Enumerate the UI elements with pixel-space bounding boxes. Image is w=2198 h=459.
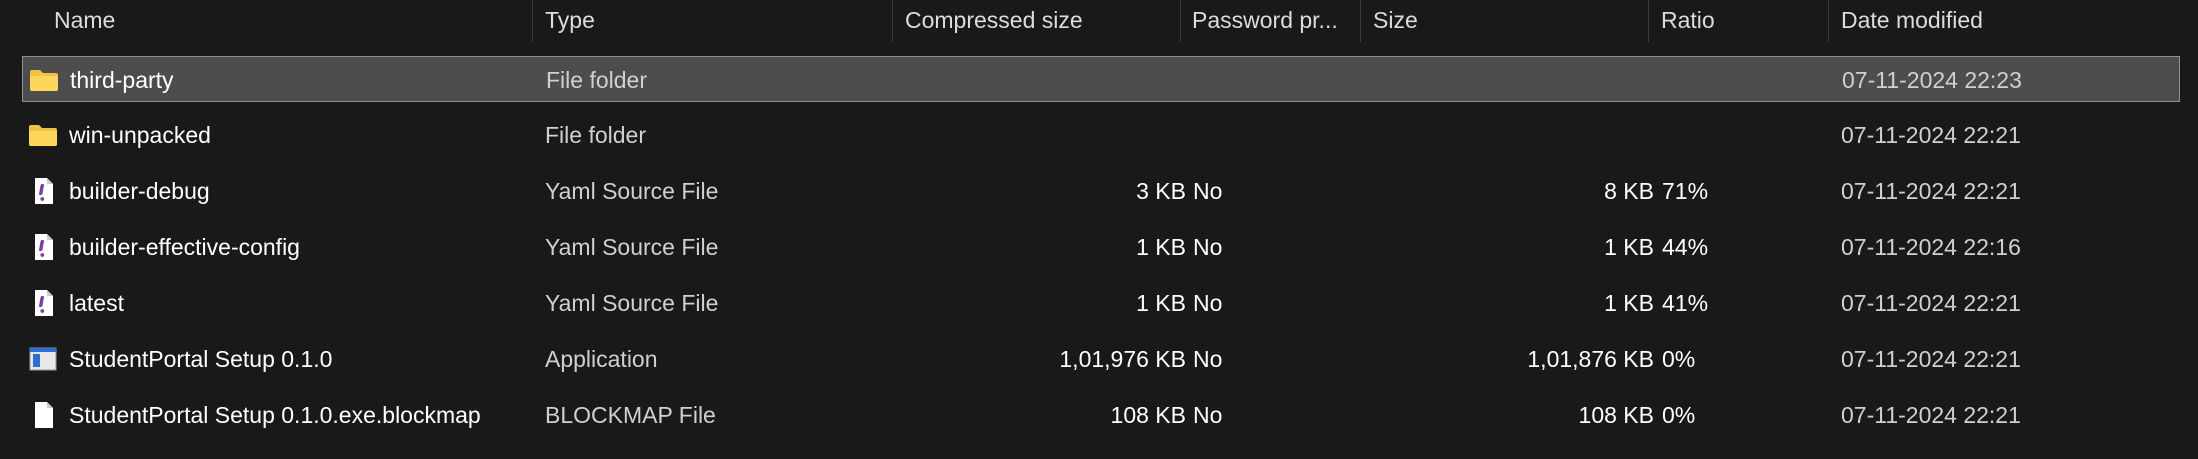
file-type: Yaml Source File [545, 290, 719, 316]
file-date-modified: 07-11-2024 22:21 [1841, 346, 2021, 372]
file-compressed-size: 1,01,976 KB [1059, 346, 1186, 372]
file-row[interactable]: third-party File folder 07-11-2024 22:23 [22, 56, 2180, 102]
file-row[interactable]: StudentPortal Setup 0.1.0.exe.blockmap B… [22, 392, 2180, 438]
file-compressed-size: 3 KB [1136, 178, 1186, 204]
file-password-protected: No [1193, 290, 1223, 316]
file-date-modified: 07-11-2024 22:21 [1841, 290, 2021, 316]
file-name: builder-debug [69, 178, 210, 204]
column-header-compressed-size[interactable]: Compressed size [905, 0, 1175, 42]
file-type: File folder [545, 122, 646, 148]
file-compressed-size [906, 112, 1186, 158]
column-divider[interactable] [1180, 0, 1181, 42]
file-size: 1,01,876 KB [1527, 346, 1654, 372]
column-header-size[interactable]: Size [1373, 0, 1643, 42]
file-compressed-size [907, 57, 1187, 103]
file-password-protected: No [1193, 402, 1223, 428]
column-header-bar: Name Type Compressed size Password pr...… [0, 0, 2198, 42]
file-type: Yaml Source File [545, 178, 719, 204]
file-size [1374, 112, 1654, 158]
file-size [1375, 57, 1655, 103]
file-ratio: 0% [1662, 346, 1696, 372]
column-header-name[interactable]: Name [54, 0, 524, 42]
file-name: builder-effective-config [69, 234, 300, 260]
file-row[interactable]: builder-debug Yaml Source File 3 KB No 8… [22, 168, 2180, 214]
file-type: Application [545, 346, 658, 372]
column-divider[interactable] [892, 0, 893, 42]
file-row[interactable]: latest Yaml Source File 1 KB No 1 KB 41%… [22, 280, 2180, 326]
file-size: 8 KB [1604, 178, 1654, 204]
file-password-protected: No [1193, 346, 1223, 372]
file-type: Yaml Source File [545, 234, 719, 260]
file-date-modified: 07-11-2024 22:16 [1841, 234, 2021, 260]
folder-icon [29, 66, 59, 94]
file-row[interactable]: StudentPortal Setup 0.1.0 Application 1,… [22, 336, 2180, 382]
file-date-modified: 07-11-2024 22:21 [1841, 178, 2021, 204]
file-size: 108 KB [1578, 402, 1654, 428]
column-divider[interactable] [1648, 0, 1649, 42]
column-header-ratio[interactable]: Ratio [1661, 0, 1821, 42]
application-icon [28, 345, 58, 373]
file-list-pane: Name Type Compressed size Password pr...… [0, 0, 2198, 459]
file-ratio: 71% [1662, 178, 1709, 204]
file-size: 1 KB [1604, 290, 1654, 316]
file-name: win-unpacked [69, 122, 211, 148]
column-header-password-protected[interactable]: Password pr... [1192, 0, 1362, 42]
file-type: BLOCKMAP File [545, 402, 716, 428]
file-ratio: 0% [1662, 402, 1696, 428]
file-row[interactable]: win-unpacked File folder 07-11-2024 22:2… [22, 112, 2180, 158]
column-divider[interactable] [1360, 0, 1361, 42]
file-type: File folder [546, 67, 647, 93]
file-name: StudentPortal Setup 0.1.0 [69, 346, 333, 372]
file-name: StudentPortal Setup 0.1.0.exe.blockmap [69, 402, 481, 428]
yaml-file-icon [28, 289, 58, 317]
file-password-protected: No [1193, 178, 1223, 204]
file-size: 1 KB [1604, 234, 1654, 260]
folder-icon [28, 121, 58, 149]
file-ratio: 44% [1662, 234, 1709, 260]
column-divider[interactable] [1828, 0, 1829, 42]
file-ratio: 41% [1662, 290, 1709, 316]
file-name: third-party [70, 67, 174, 93]
column-divider[interactable] [532, 0, 533, 42]
file-password-protected: No [1193, 234, 1223, 260]
file-row[interactable]: builder-effective-config Yaml Source Fil… [22, 224, 2180, 270]
yaml-file-icon [28, 233, 58, 261]
blank-file-icon [28, 401, 58, 429]
file-compressed-size: 1 KB [1136, 234, 1186, 260]
file-date-modified: 07-11-2024 22:21 [1841, 122, 2021, 148]
file-date-modified: 07-11-2024 22:23 [1842, 67, 2022, 93]
column-header-type[interactable]: Type [545, 0, 885, 42]
file-compressed-size: 108 KB [1110, 402, 1186, 428]
column-header-date-modified[interactable]: Date modified [1841, 0, 2171, 42]
yaml-file-icon [28, 177, 58, 205]
file-name: latest [69, 290, 124, 316]
file-compressed-size: 1 KB [1136, 290, 1186, 316]
file-date-modified: 07-11-2024 22:21 [1841, 402, 2021, 428]
